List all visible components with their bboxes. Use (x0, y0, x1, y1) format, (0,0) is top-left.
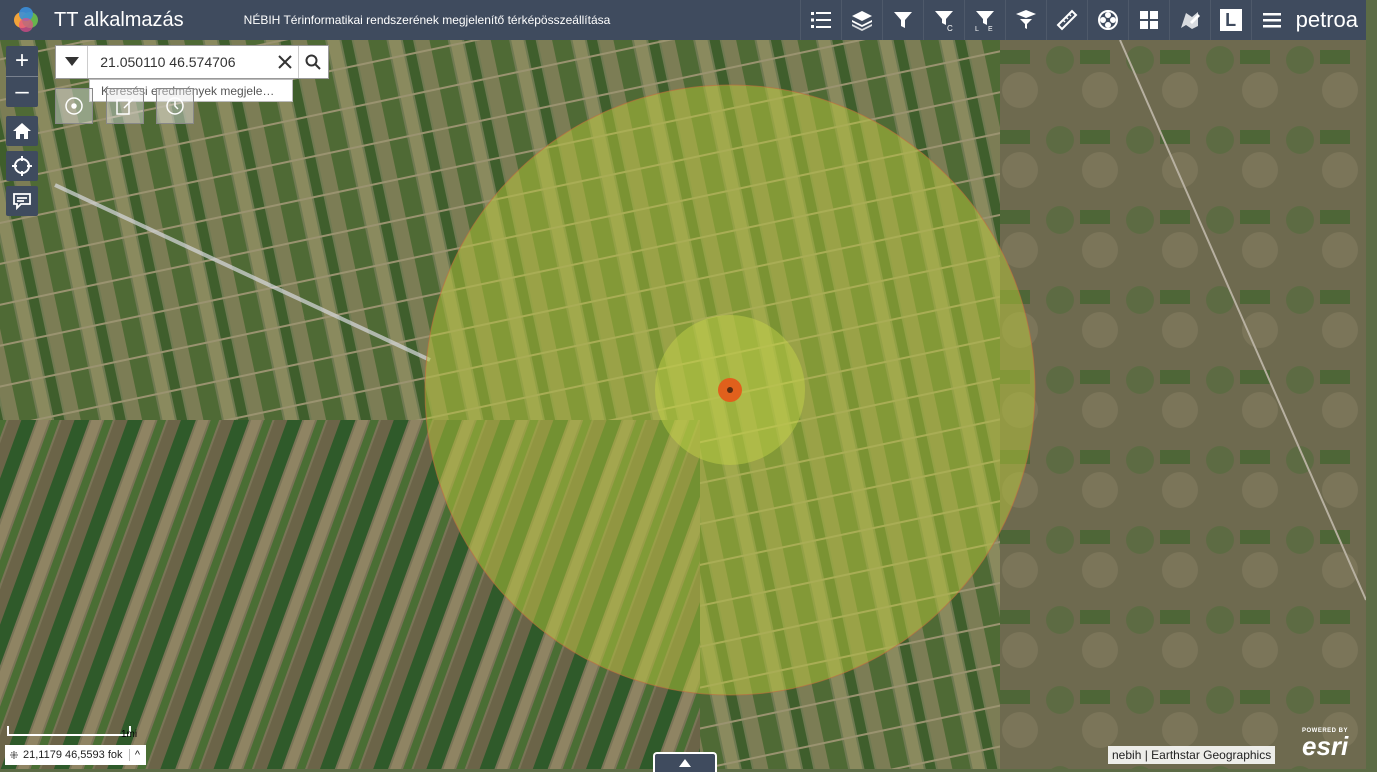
filter-c-icon: C (934, 11, 953, 32)
coordinate-pin-icon[interactable]: ⁜ (5, 749, 23, 762)
layers-icon (851, 11, 872, 31)
filter-icon (893, 12, 912, 28)
target-icon (65, 97, 83, 115)
search-source-dropdown[interactable] (56, 46, 89, 78)
search-button[interactable] (297, 46, 328, 78)
satellite-imagery (0, 40, 1366, 769)
edit-icon (116, 98, 134, 115)
filter-le-button[interactable]: LE (963, 0, 1005, 40)
search-input[interactable] (98, 53, 273, 71)
locate-button[interactable] (6, 151, 38, 181)
caret-up-icon (679, 759, 691, 767)
coordinate-widget: ⁜ 21,1179 46,5593 fok ^ (5, 745, 146, 765)
search-widget (55, 45, 329, 79)
coordinate-readout: 21,1179 46,5593 fok (23, 749, 123, 761)
grid-button[interactable] (1127, 0, 1169, 40)
search-icon (305, 54, 322, 70)
caret-down-icon (64, 57, 79, 66)
map-view[interactable] (0, 40, 1366, 769)
coordinate-toggle-icon[interactable]: ^ (128, 749, 146, 761)
layer-funnel-icon (1015, 10, 1036, 29)
map-attribution: nebih | Earthstar Geographics (1108, 746, 1276, 764)
comment-button[interactable] (6, 186, 38, 216)
measure-button[interactable] (1045, 0, 1087, 40)
history-button[interactable] (156, 88, 194, 124)
l-button[interactable]: L (1209, 0, 1251, 40)
scale-bar (7, 726, 131, 736)
zoom-control: + – (6, 46, 38, 107)
filter-button[interactable] (881, 0, 923, 40)
film-icon (1097, 10, 1118, 30)
menu-button[interactable] (1250, 0, 1292, 40)
clock-icon (166, 97, 184, 115)
media-button[interactable] (1086, 0, 1128, 40)
brand-label: petroa (1295, 7, 1358, 32)
home-icon (13, 123, 31, 139)
filter-c-button[interactable]: C (922, 0, 964, 40)
edit-button[interactable] (106, 88, 144, 124)
svg-text:C: C (947, 24, 953, 32)
svg-text:L: L (975, 26, 979, 32)
layer-filter-button[interactable] (1004, 0, 1046, 40)
l-icon: L (1219, 9, 1242, 31)
map-edit-button[interactable] (1168, 0, 1210, 40)
scale-label: 1mi (121, 729, 138, 740)
clear-search-button[interactable] (272, 46, 297, 78)
esri-logo: POWERED BY esri (1302, 728, 1349, 761)
grid-icon (1139, 11, 1158, 29)
measure-icon (1056, 9, 1078, 31)
toolbar: C LE L petroa (799, 0, 1366, 40)
layer-list-button[interactable] (799, 0, 841, 40)
app-header: TT alkalmazás NÉBIH Térinformatikai rend… (0, 0, 1366, 40)
home-button[interactable] (6, 116, 38, 146)
app-logo-icon (14, 7, 38, 32)
app-title: TT alkalmazás (54, 8, 184, 31)
zoom-in-button[interactable]: + (6, 46, 38, 76)
map-edit-icon (1180, 12, 1200, 29)
app-subtitle: NÉBIH Térinformatikai rendszerének megje… (243, 13, 611, 27)
menu-icon (1262, 13, 1281, 28)
esri-label: esri (1302, 731, 1349, 761)
layers-button[interactable] (840, 0, 882, 40)
comment-icon (13, 193, 31, 211)
close-icon (278, 55, 292, 69)
zoom-out-button[interactable]: – (6, 76, 38, 107)
svg-text:E: E (988, 26, 993, 32)
bottom-panel-toggle[interactable] (653, 752, 717, 772)
filter-le-icon: LE (975, 11, 994, 32)
draw-point-button[interactable] (55, 88, 93, 124)
crosshair-icon (12, 156, 32, 176)
layer-list-icon (810, 12, 831, 28)
